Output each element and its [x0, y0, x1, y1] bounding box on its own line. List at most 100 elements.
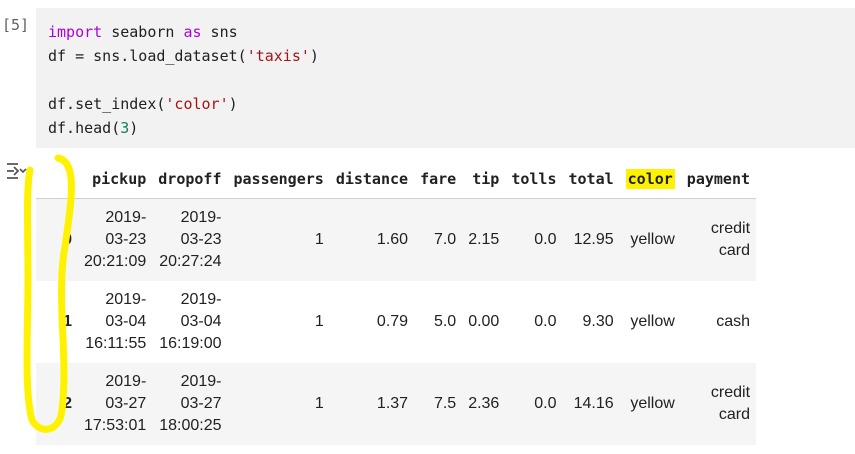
column-header-label: dropoff — [158, 170, 222, 188]
cell-total: 14.16 — [562, 363, 620, 445]
table-header-row: pickup dropoff passengers distance fare tip to… — [36, 160, 757, 199]
code-number: 3 — [120, 119, 130, 137]
cell-line: 2019- — [105, 209, 147, 226]
cell-tolls: 0.0 — [505, 363, 563, 445]
cell-dropoff: 2019- 03-27 18:00:25 — [152, 363, 228, 445]
column-header-label: color — [625, 169, 675, 189]
code-token: df.set_index( — [48, 95, 166, 113]
column-header-label: tip — [472, 170, 500, 188]
cell-line: 20:21:09 — [84, 253, 147, 270]
column-header-label: pickup — [92, 170, 147, 188]
cell-line: 20:27:24 — [159, 253, 222, 270]
cell-line: 03-23 — [180, 231, 222, 248]
cell-line: card — [718, 406, 751, 423]
cell-passengers: 1 — [314, 313, 324, 330]
column-header-passengers: passengers — [227, 160, 330, 199]
column-header-label: tolls — [511, 170, 557, 188]
row-index: 0 — [36, 198, 78, 281]
cell-color: yellow — [619, 198, 681, 281]
column-header-payment: payment — [680, 160, 757, 199]
index-header — [36, 160, 78, 199]
code-keyword: import — [48, 23, 103, 41]
cell-line: 2019- — [105, 291, 147, 308]
notebook-cell: [5] import seaborn as sns df = sns.load_… — [0, 0, 855, 454]
cell-line: 16:11:55 — [85, 335, 147, 352]
cell-tolls: 0.0 — [505, 198, 563, 281]
table-body: 0 2019- 03-23 20:21:09 2019- 03-23 20:27:24 1 1.… — [36, 198, 757, 445]
output-collapse-icon[interactable] — [4, 160, 28, 182]
cell-total: 9.30 — [582, 313, 614, 330]
cell-distance: 1.60 — [329, 198, 415, 281]
table-row: 1 2019- 03-04 16:11:55 2019- 03-04 16:19:00 1 0.… — [36, 281, 756, 363]
cell-passengers: 1 — [227, 198, 330, 281]
cell-line: 2019- — [180, 209, 222, 226]
cell-tip: 2.36 — [462, 363, 506, 445]
cell-line: 2019- — [180, 291, 222, 308]
code-token: df.head( — [48, 119, 121, 137]
cell-line: 03-23 — [105, 231, 147, 248]
column-header-tolls: tolls — [505, 160, 563, 199]
code-keyword: as — [183, 23, 202, 41]
code-token: sns — [201, 23, 238, 41]
column-header-label: fare — [420, 170, 457, 188]
cell-total: 12.95 — [562, 198, 620, 281]
column-header-label: payment — [686, 170, 751, 188]
column-header-dropoff: dropoff — [152, 160, 228, 199]
cell-pickup: 2019- 03-04 16:11:55 — [78, 281, 152, 363]
row-index: 1 — [63, 313, 72, 330]
column-header-pickup: pickup — [78, 160, 153, 199]
cell-line: 2019- — [105, 373, 147, 390]
code-token: seaborn — [102, 23, 184, 41]
table-row: 2 2019- 03-27 17:53:01 2019- 03-27 18:00:25 1 1.… — [36, 363, 757, 445]
cell-line: credit — [710, 384, 751, 401]
code-string: 'color' — [165, 95, 229, 113]
cell-payment: credit card — [680, 363, 757, 445]
cell-payment: cash — [681, 281, 756, 363]
cell-color: yellow — [619, 363, 681, 445]
column-header-label: total — [568, 170, 614, 188]
cell-fare: 7.0 — [414, 198, 463, 281]
code-text: import seaborn as sns df = sns.load_data… — [36, 8, 855, 140]
column-header-label: passengers — [233, 170, 324, 188]
cell-tolls: 0.0 — [534, 313, 557, 330]
cell-line: cash — [716, 313, 751, 330]
cell-line: 17:53:01 — [84, 417, 147, 434]
cell-dropoff: 2019- 03-23 20:27:24 — [152, 198, 228, 281]
cell-tip: 0.00 — [468, 313, 500, 330]
code-token: df = sns.load_dataset( — [48, 47, 247, 65]
code-token: ) — [129, 119, 139, 137]
column-header-tip: tip — [462, 160, 506, 199]
code-token: ) — [228, 95, 238, 113]
cell-color: yellow — [630, 313, 675, 330]
cell-line: 16:19:00 — [159, 335, 222, 352]
cell-line: 03-27 — [180, 395, 222, 412]
cell-line: 03-04 — [105, 313, 147, 330]
column-header-distance: distance — [329, 160, 415, 199]
table-row: 0 2019- 03-23 20:21:09 2019- 03-23 20:27:24 1 1.… — [36, 198, 757, 281]
cell-fare: 5.0 — [433, 313, 457, 330]
cell-line: card — [718, 242, 751, 259]
row-index: 2 — [36, 363, 78, 445]
cell-distance: 1.37 — [329, 363, 415, 445]
cell-distance: 0.79 — [376, 313, 409, 330]
code-string: 'taxis' — [246, 47, 310, 65]
cell-tip: 2.15 — [462, 198, 506, 281]
cell-pickup: 2019- 03-23 20:21:09 — [78, 198, 153, 281]
cell-passengers: 1 — [227, 363, 330, 445]
cell-line: 2019- — [180, 373, 222, 390]
cell-dropoff: 2019- 03-04 16:19:00 — [152, 281, 227, 363]
column-header-label: distance — [335, 170, 409, 188]
cell-line: 18:00:25 — [159, 417, 222, 434]
column-header-total: total — [562, 160, 620, 199]
cell-line: 03-27 — [105, 395, 147, 412]
cell-fare: 7.5 — [414, 363, 463, 445]
cell-payment: credit card — [680, 198, 757, 281]
code-editor[interactable]: import seaborn as sns df = sns.load_data… — [36, 8, 855, 148]
cell-pickup: 2019- 03-27 17:53:01 — [78, 363, 153, 445]
execution-count: [5] — [2, 16, 30, 34]
dataframe-table: pickup dropoff passengers distance fare tip to… — [36, 160, 757, 445]
column-header-fare: fare — [414, 160, 463, 199]
cell-line: credit — [710, 220, 751, 237]
cell-line: 03-04 — [180, 313, 222, 330]
column-header-color: color — [619, 160, 681, 199]
